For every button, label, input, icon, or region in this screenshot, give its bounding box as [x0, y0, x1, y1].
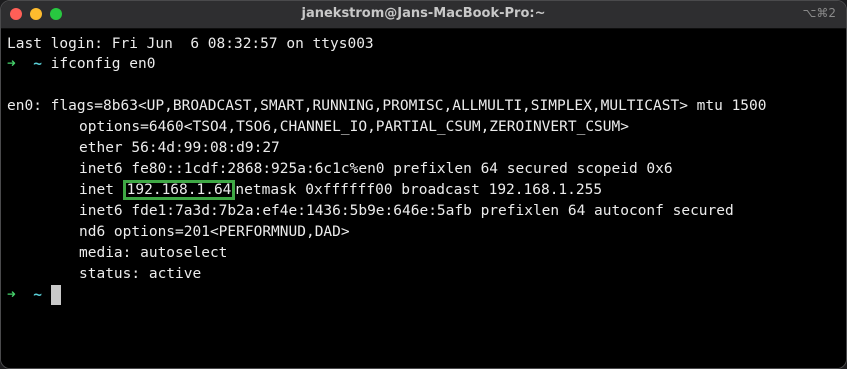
prompt-line: ➜ ~ ifconfig en0 — [7, 54, 155, 74]
prompt-arrow-icon: ➜ — [7, 287, 16, 303]
ip-address-highlight: 192.168.1.64 — [122, 180, 236, 200]
inet-prefix: inet — [79, 182, 123, 198]
media-line: media: autoselect — [79, 245, 228, 261]
options-line: options=6460<TSO4,TSO6,CHANNEL_IO,PARTIA… — [79, 119, 629, 135]
terminal-window: janekstrom@Jans-MacBook-Pro:~ ⌥⌘2 Last l… — [0, 0, 847, 369]
window-title: janekstrom@Jans-MacBook-Pro:~ — [301, 6, 546, 21]
login-line: Last login: Fri Jun 6 08:32:57 on ttys00… — [7, 36, 374, 52]
title-bar[interactable]: janekstrom@Jans-MacBook-Pro:~ ⌥⌘2 — [1, 1, 846, 29]
active-prompt-line[interactable]: ➜ ~ — [7, 285, 61, 305]
prompt-directory: ~ — [33, 56, 42, 72]
inet6-global-line: inet6 fde1:7a3d:7b2a:ef4e:1436:5b9e:646e… — [79, 203, 734, 219]
terminal-content[interactable]: Last login: Fri Jun 6 08:32:57 on ttys00… — [1, 29, 846, 368]
window-shortcut-label: ⌥⌘2 — [802, 6, 836, 20]
prompt-arrow-icon: ➜ — [7, 56, 16, 72]
prompt-directory: ~ — [33, 287, 42, 303]
inet-line: inet 192.168.1.64 netmask 0xffffff00 broa… — [79, 180, 602, 200]
inet-suffix: netmask 0xffffff00 broadcast 192.168.1.2… — [235, 182, 603, 198]
ether-line: ether 56:4d:99:08:d9:27 — [79, 140, 280, 156]
command-text: ifconfig en0 — [50, 56, 156, 72]
status-line: status: active — [79, 266, 202, 282]
nd6-line: nd6 options=201<PERFORMNUD,DAD> — [79, 224, 350, 240]
inet6-link-line: inet6 fe80::1cdf:2868:925a:6c1c%en0 pref… — [79, 161, 673, 177]
text-cursor — [50, 285, 61, 305]
flags-line: en0: flags=8b63<UP,BROADCAST,SMART,RUNNI… — [7, 98, 767, 114]
